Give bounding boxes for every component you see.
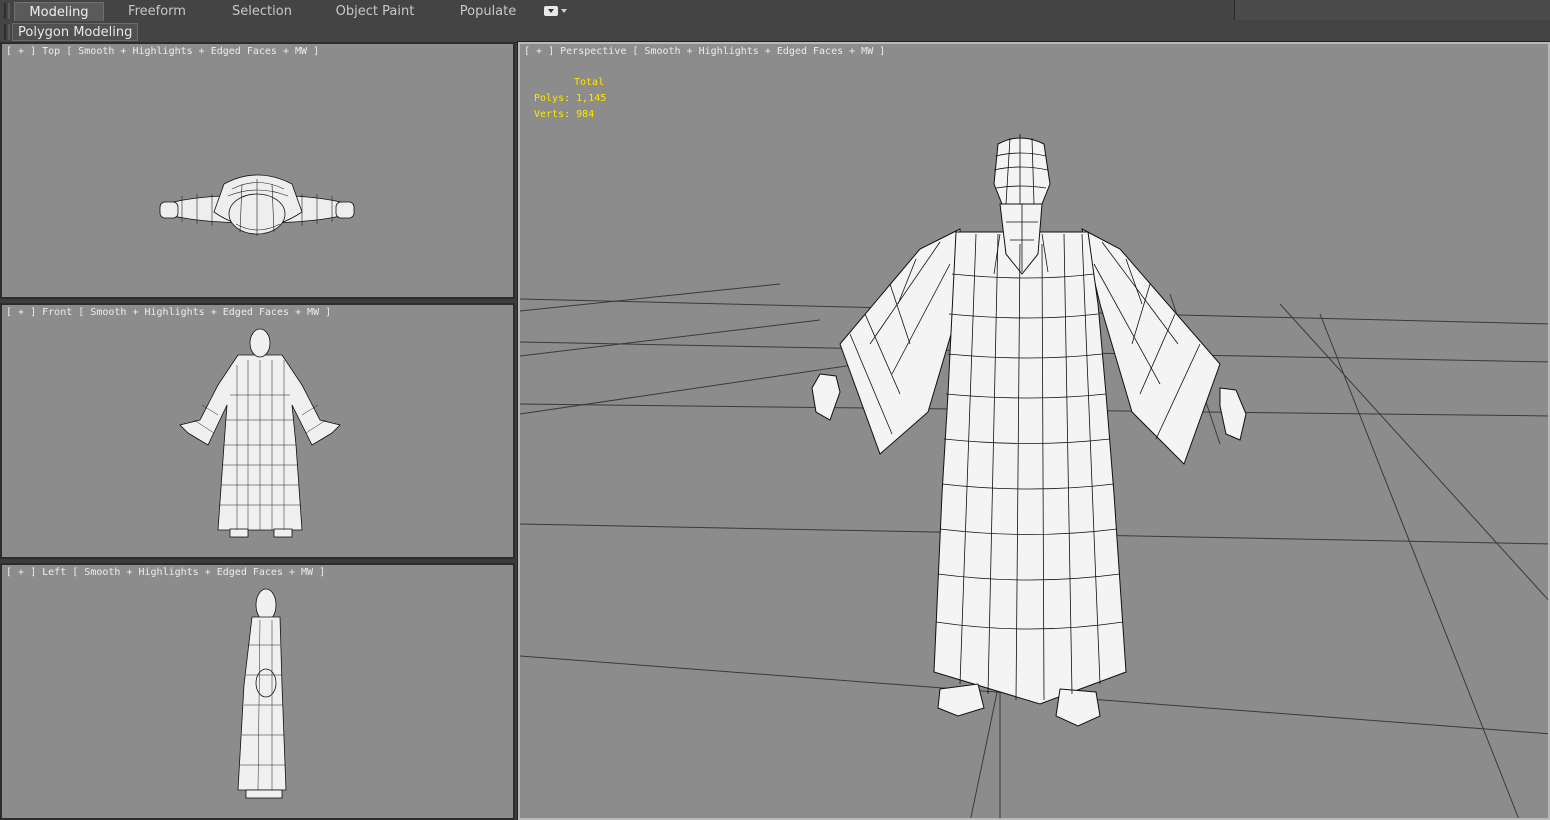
ribbon-grip-handle[interactable] [4,3,10,19]
ribbon-tab-bar: Modeling Freeform Selection Object Paint… [0,0,1550,23]
polygon-stats: Total Polys: 1,145 Verts: 984 [534,75,606,123]
front-view-model-wireframe [179,328,341,538]
tab-selection[interactable]: Selection [216,2,308,21]
dropdown-arrow-icon[interactable] [544,6,567,18]
stats-verts-label: Verts: [534,109,571,120]
ribbon-panel-grip-handle[interactable] [4,24,10,40]
tab-freeform[interactable]: Freeform [112,2,202,21]
viewport-front[interactable]: [ + ] Front [ Smooth + Highlights + Edge… [0,303,515,559]
stats-polys-row: Polys: 1,145 [534,91,606,107]
stats-polys-value: 1,145 [576,93,607,104]
polygon-modeling-panel-label[interactable]: Polygon Modeling [12,23,139,41]
character-mesh [811,137,1247,727]
ribbon-tab-bar-end [1234,0,1550,20]
stats-polys-label: Polys: [534,93,571,104]
stats-total-label: Total [574,77,605,88]
left-view-model-wireframe [237,588,287,799]
stats-verts-row: Verts: 984 [534,107,606,123]
ribbon-panel-bar: Polygon Modeling [0,22,1550,43]
tab-object-paint[interactable]: Object Paint [325,2,425,21]
viewport-left[interactable]: [ + ] Left [ Smooth + Highlights + Edged… [0,563,515,820]
perspective-scene [520,134,1548,818]
top-view-model-wireframe [159,174,355,236]
tab-populate[interactable]: Populate [446,2,530,21]
viewport-perspective[interactable]: [ + ] Perspective [ Smooth + Highlights … [517,41,1550,820]
stats-verts-value: 984 [576,109,595,120]
viewport-top[interactable]: [ + ] Top [ Smooth + Highlights + Edged … [0,42,515,299]
tab-modeling[interactable]: Modeling [14,2,104,21]
